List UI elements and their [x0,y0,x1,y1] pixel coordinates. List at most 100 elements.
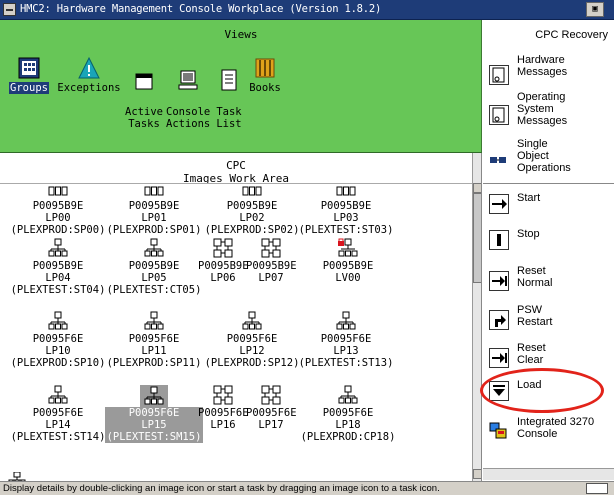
console-actions-icon [178,70,198,90]
image-item-lv00[interactable]: P0095B9E LV00 [294,238,402,284]
view-console-actions[interactable]: Console Actions [166,57,210,130]
image-profile-name: (PLEXPROD:SP02) [204,224,300,236]
image-partition-name: LV00 [335,272,361,284]
active-tasks-icon [135,73,153,90]
integrated-3270-console-icon [489,421,509,441]
task-integrated-3270-console[interactable]: Integrated 3270 Console [483,416,614,456]
task-reset-normal[interactable]: Reset Normal [483,265,614,305]
image-profile-name: (PLEXPROD:SP12) [204,357,300,369]
work-area-scrollbar[interactable] [472,153,481,481]
image-cpc-name: P0095F6E [320,333,372,345]
image-cpc-name: P0095B9E [246,260,297,272]
view-groups[interactable]: Groups [9,57,49,94]
image-cpc-name: P0095F6E [32,407,84,419]
partition-icon [4,238,112,258]
image-item-lp04[interactable]: P0095B9E LP04 (PLEXTEST:ST04) [4,238,112,296]
image-item-lp06[interactable]: P0095B9E LP06 [198,238,249,284]
task-list-icon [221,69,237,91]
groups-icon [18,57,40,79]
task-label: Stop [517,228,540,240]
partition-icon [292,311,400,331]
view-label: Books [249,82,281,94]
image-item-lp03[interactable]: P0095B9E LP03 (PLEXTEST:ST03) [292,186,400,236]
books-icon [255,58,275,78]
image-profile-name: (PLEXPROD:SP10) [10,357,106,369]
stop-icon [489,230,509,250]
image-item-lp13[interactable]: P0095F6E LP13 (PLEXTEST:ST13) [292,311,400,369]
window-title: HMC2: Hardware Management Console Workpl… [20,3,382,15]
image-item-lp14[interactable]: P0095F6E LP14 (PLEXTEST:ST14) [4,385,112,443]
view-task-list[interactable]: Task List [214,57,244,130]
image-item-lp12[interactable]: P0095F6E LP12 (PLEXPROD:SP12) [198,311,306,369]
task-panel-scrollbar[interactable] [483,468,614,480]
partition-icon [294,238,402,258]
scroll-up-arrow[interactable] [473,183,481,193]
task-panel-title: CPC Recovery [535,29,608,41]
image-cpc-name: P0095B9E [198,260,249,272]
partition-icon [198,385,248,405]
image-item-lp17[interactable]: P0095F6E LP17 [246,385,297,431]
partition-icon [100,311,208,331]
divider [0,183,472,184]
partition-icon [100,385,208,410]
task-label: Start [517,192,541,204]
partition-icon [246,385,296,405]
image-profile-name: (PLEXTEST:ST03) [298,224,394,236]
partition-icon [198,311,306,331]
task-psw-restart[interactable]: PSW Restart [483,304,614,344]
image-item-lp10[interactable]: P0095F6E LP10 (PLEXPROD:SP10) [4,311,112,369]
status-message: Display details by double-clicking an im… [3,483,440,494]
image-item-lp18[interactable]: P0095F6E LP18 (PLEXPROD:CP18) [294,385,402,443]
image-item-lp15[interactable]: P0095F6E LP15 (PLEXTEST:SM15) [100,385,208,443]
image-partition-name: LP03 [333,212,359,224]
partition-icon [8,472,26,481]
view-books[interactable]: Books [248,57,282,94]
view-label: Exceptions [57,82,121,94]
task-label: Reset Normal [517,265,553,289]
image-cpc-name: P0095B9E [128,260,180,272]
red-annotation-circle [480,368,604,413]
image-cpc-name: P0095B9E [32,200,84,212]
image-profile-name: (PLEXPROD:SP01) [106,224,202,236]
scroll-down-arrow[interactable] [473,469,481,479]
system-menu-icon[interactable] [3,3,16,16]
work-area-title-line1: CPC [226,159,246,172]
image-profile-name: (PLEXTEST:ST14) [10,431,106,443]
task-label: PSW Restart [517,304,553,328]
image-partition-name: LP14 [45,419,71,431]
view-exceptions[interactable]: Exceptions [56,57,122,94]
image-item-lp02[interactable]: P0095B9E LP02 (PLEXPROD:SP02) [198,186,306,236]
task-stop[interactable]: Stop [483,228,614,268]
image-cpc-name: P0095F6E [198,407,249,419]
task-os-messages[interactable]: Operating System Messages [483,91,614,131]
image-partition-name: LP12 [239,345,265,357]
image-partition-name: LP01 [141,212,167,224]
status-bar: Display details by double-clicking an im… [0,481,614,495]
image-item-lp00[interactable]: P0095B9E LP00 (PLEXPROD:SP00) [4,186,112,236]
image-item-lp07[interactable]: P0095B9E LP07 [246,238,297,284]
reset-clear-icon [489,348,509,368]
image-item-lp05[interactable]: P0095B9E LP05 (PLEXTEST:CT05) [100,238,208,296]
partition-icon [294,385,402,405]
image-partition-name: LP10 [45,345,71,357]
image-partition-name: LP13 [333,345,359,357]
image-cpc-name: P0095B9E [226,200,278,212]
image-profile-name: (PLEXTEST:SM15) [106,431,202,443]
image-cpc-name: P0095F6E [246,407,297,419]
view-active-tasks[interactable]: Active Tasks [124,57,164,130]
image-item-lp01[interactable]: P0095B9E LP01 (PLEXPROD:SP01) [100,186,208,236]
task-single-object-operations[interactable]: Single Object Operations [483,138,614,178]
task-start[interactable]: Start [483,192,614,232]
status-indicator-icon [586,483,608,494]
scroll-thumb[interactable] [473,193,481,283]
view-label: Task List [216,106,242,130]
task-label: Operating System Messages [517,91,568,127]
image-item-lp16[interactable]: P0095F6E LP16 [198,385,249,431]
views-title: Views [224,28,258,41]
minimize-button[interactable]: ▣ [586,2,604,17]
image-item-lp11[interactable]: P0095F6E LP11 (PLEXPROD:SP11) [100,311,208,369]
image-cpc-name: P0095F6E [128,407,180,419]
task-hardware-messages[interactable]: Hardware Messages [483,54,614,94]
reset-normal-icon [489,271,509,291]
view-label: Groups [9,82,49,94]
